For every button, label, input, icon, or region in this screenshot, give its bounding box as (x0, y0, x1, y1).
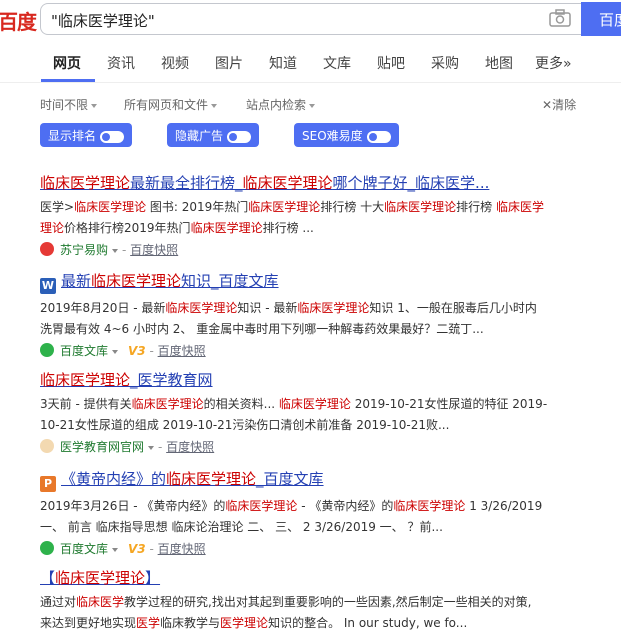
result-title[interactable]: 【临床医学理论】 (40, 567, 585, 588)
tab-images[interactable]: 图片 (215, 53, 243, 73)
tab-zhidao[interactable]: 知道 (269, 53, 297, 73)
result-title[interactable]: 临床医学理论_医学教育网 (40, 369, 585, 390)
word-doc-icon: W (40, 278, 56, 294)
baidu-logo[interactable]: 百度 (0, 6, 37, 35)
tab-news[interactable]: 资讯 (107, 53, 135, 73)
clear-filters[interactable]: ✕清除 (542, 96, 576, 113)
switch-icon (227, 130, 252, 143)
snapshot-link[interactable]: 百度快照 (130, 243, 178, 257)
wenku-logo-icon (40, 343, 54, 357)
result-abstract: 通过对临床医学教学过程的研究,找出对其起到重要影响的一些因素,然后制定一些相关的… (40, 595, 532, 630)
close-icon: ✕ (542, 98, 553, 112)
result-title[interactable]: P 《黄帝内经》的临床医学理论_百度文库 (40, 468, 585, 492)
header-divider (0, 82, 621, 83)
tab-purchase[interactable]: 采购 (431, 53, 459, 73)
suning-logo-icon (40, 242, 54, 256)
tab-web[interactable]: 网页 (53, 53, 81, 73)
result-title[interactable]: W 最新临床医学理论知识_百度文库 (40, 270, 585, 294)
chevron-down-icon[interactable] (112, 547, 119, 552)
tab-map[interactable]: 地图 (485, 53, 513, 73)
tab-more[interactable]: 更多» (535, 53, 572, 73)
search-result: 临床医学理论_医学教育网 3天前 - 提供有关临床医学理论的相关资料... 临床… (40, 369, 585, 455)
tab-video[interactable]: 视频 (161, 53, 189, 73)
result-abstract: 3天前 - 提供有关临床医学理论的相关资料... 临床医学理论 2019-10-… (40, 397, 548, 432)
wenku-logo-icon (40, 541, 54, 555)
hide-ads-toggle[interactable]: 隐藏广告 (167, 123, 260, 147)
site-filter[interactable]: 站点内检索 (246, 96, 316, 113)
search-button[interactable]: 百度 (581, 2, 621, 36)
ppt-doc-icon: P (40, 476, 56, 492)
switch-icon (366, 130, 391, 143)
med66-logo-icon (40, 439, 54, 453)
show-rank-toggle[interactable]: 显示排名 (40, 123, 133, 147)
chevron-down-icon (309, 103, 316, 108)
snapshot-link[interactable]: 百度快照 (166, 440, 214, 454)
search-result: 临床医学理论最新最全排行榜_临床医学理论哪个牌子好_临床医学... 医学>临床医… (40, 172, 585, 258)
chevron-down-icon[interactable] (112, 349, 119, 354)
v3-badge[interactable]: V3 (128, 344, 146, 358)
chevron-down-icon[interactable] (112, 248, 119, 253)
chevron-down-icon (91, 103, 98, 108)
tab-tieba[interactable]: 贴吧 (377, 53, 405, 73)
seo-difficulty-toggle[interactable]: SEO难易度 (294, 123, 399, 147)
search-input[interactable]: "临床医学理论" (40, 3, 581, 35)
switch-icon (100, 130, 125, 143)
filetype-filter[interactable]: 所有网页和文件 (124, 96, 218, 113)
v3-badge[interactable]: V3 (128, 542, 146, 556)
chevron-down-icon[interactable] (148, 445, 155, 450)
search-result: W 最新临床医学理论知识_百度文库 2019年8月20日 - 最新临床医学理论知识… (40, 270, 585, 359)
result-source: 百度文库 V3 - 百度快照 (40, 540, 585, 557)
result-title[interactable]: 临床医学理论最新最全排行榜_临床医学理论哪个牌子好_临床医学... (40, 172, 585, 193)
result-abstract: 2019年8月20日 - 最新临床医学理论知识 - 最新临床医学理论知识 1、一… (40, 301, 537, 336)
header: 百度 "临床医学理论" 百度 (0, 0, 621, 40)
time-filter[interactable]: 时间不限 (40, 96, 98, 113)
camera-icon[interactable] (549, 9, 571, 27)
result-abstract: 医学>临床医学理论 图书: 2019年热门临床医学理论排行榜 十大临床医学理论排… (40, 200, 544, 235)
search-result: 【临床医学理论】 通过对临床医学教学过程的研究,找出对其起到重要影响的一些因素,… (40, 567, 585, 630)
tab-wenku[interactable]: 文库 (323, 53, 351, 73)
result-source: 苏宁易购 - 百度快照 (40, 241, 585, 258)
chevron-down-icon (211, 103, 218, 108)
snapshot-link[interactable]: 百度快照 (158, 344, 206, 358)
search-result: P 《黄帝内经》的临床医学理论_百度文库 2019年3月26日 - 《黄帝内经》的… (40, 468, 585, 557)
result-abstract: 2019年3月26日 - 《黄帝内经》的临床医学理论 - 《黄帝内经》的临床医学… (40, 499, 543, 534)
result-source: 百度文库 V3 - 百度快照 (40, 342, 585, 359)
result-source: 医学教育网官网 - 百度快照 (40, 438, 585, 455)
snapshot-link[interactable]: 百度快照 (158, 542, 206, 556)
